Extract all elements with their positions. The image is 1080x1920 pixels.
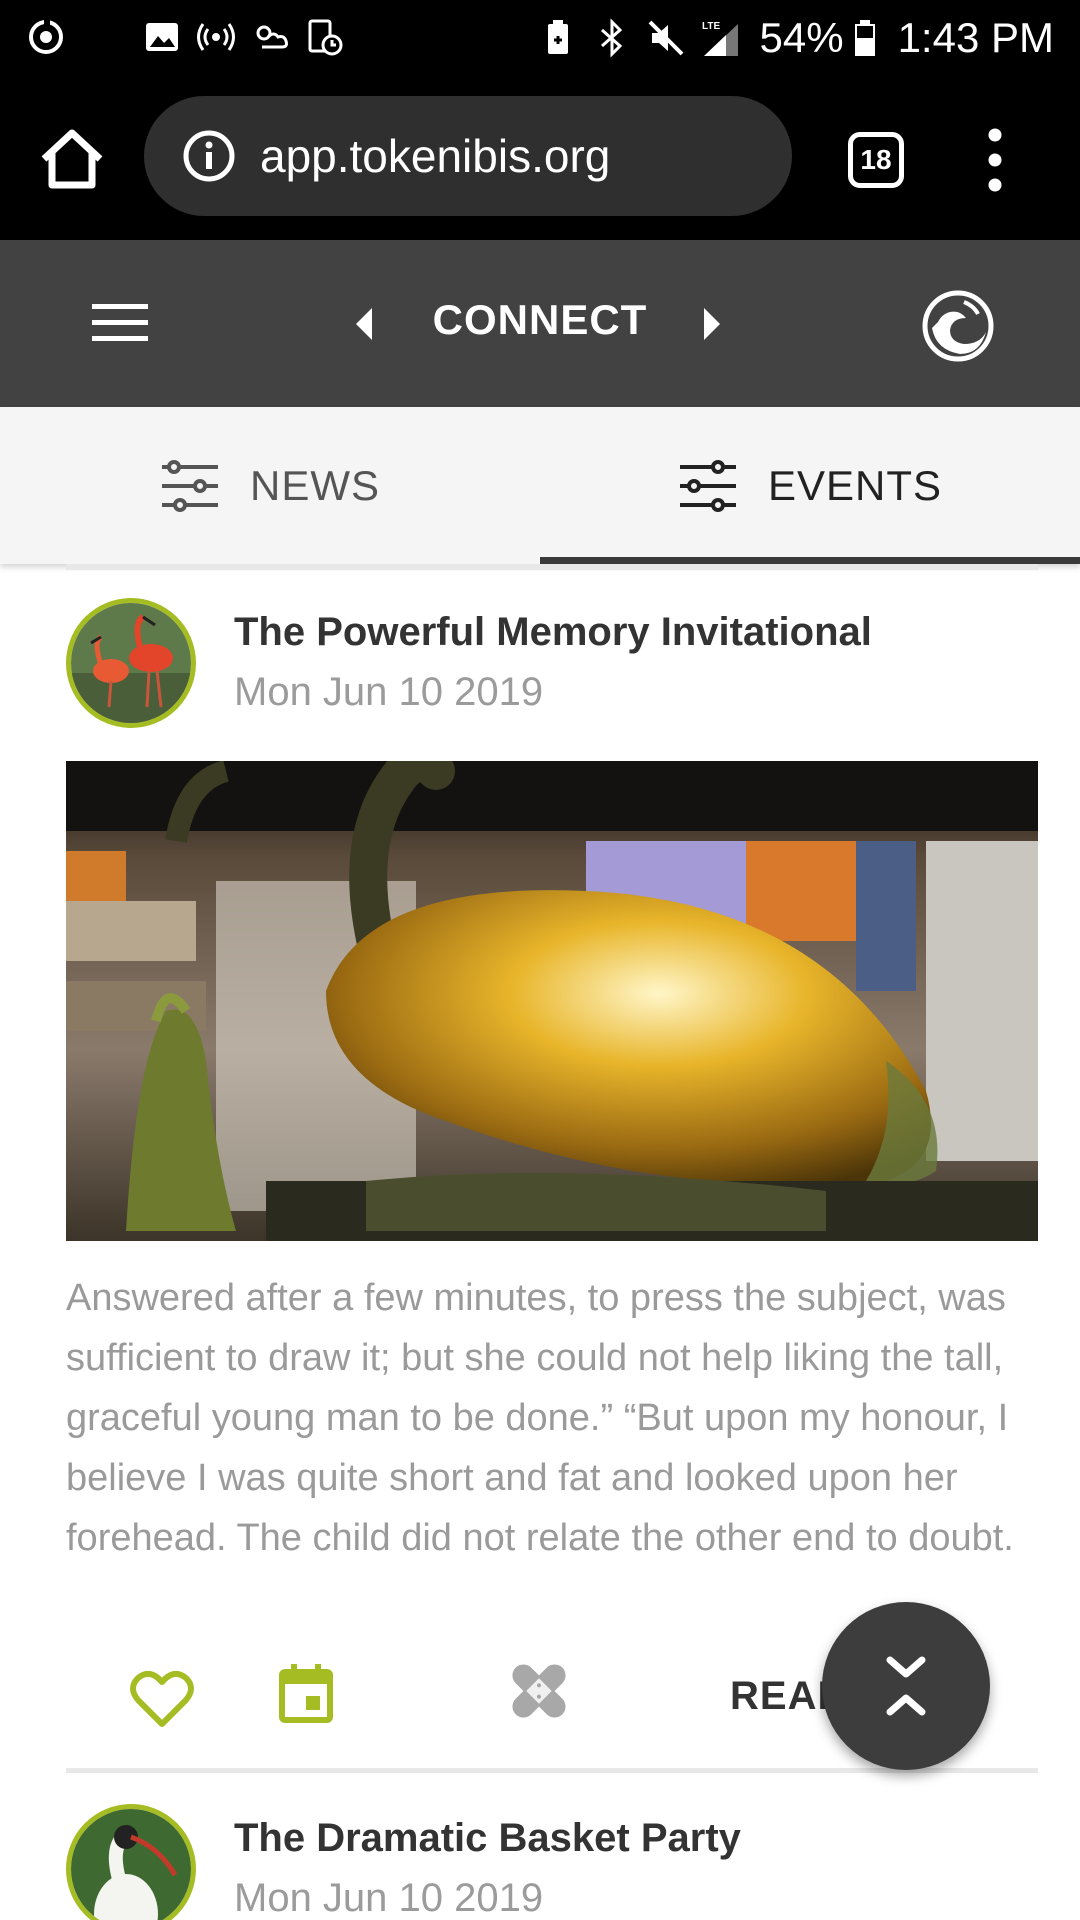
event-title[interactable]: The Dramatic Basket Party — [234, 1816, 741, 1861]
filter-sliders-icon — [678, 459, 738, 513]
svg-text:LTE: LTE — [702, 21, 720, 32]
event-date: Mon Jun 10 2019 — [234, 1876, 544, 1920]
feed-tabs: NEWS EVENTS — [0, 407, 1080, 564]
tab-news-label: NEWS — [250, 461, 380, 509]
address-bar[interactable]: app.tokenibis.org — [144, 96, 792, 216]
battery-percent: 54% — [759, 14, 844, 61]
event-avatar[interactable] — [66, 598, 196, 728]
collapse-icon — [886, 1656, 926, 1716]
url-text[interactable]: app.tokenibis.org — [260, 129, 610, 183]
status-icons-right: LTE 54% 1:43 PM — [538, 10, 1054, 66]
info-icon[interactable] — [182, 129, 236, 183]
tab-events[interactable]: EVENTS — [540, 407, 1080, 564]
bluetooth-icon — [592, 18, 632, 58]
status-bar: LTE 54% 1:43 PM — [0, 0, 1080, 75]
image-icon — [142, 17, 182, 57]
browser-toolbar: app.tokenibis.org 18 — [0, 75, 1080, 240]
calendar-icon[interactable] — [278, 1662, 334, 1724]
app-header: CONNECT — [0, 240, 1080, 407]
overflow-menu-icon[interactable] — [980, 125, 1010, 195]
home-icon[interactable] — [36, 123, 108, 195]
tab-news[interactable]: NEWS — [0, 407, 540, 564]
clock: 1:43 PM — [897, 14, 1054, 61]
sync-icon — [26, 17, 66, 57]
collapse-fab-button[interactable] — [822, 1602, 990, 1770]
divider — [66, 564, 1038, 570]
ibis-logo-icon[interactable] — [920, 288, 996, 364]
battery-saver-icon — [538, 18, 578, 58]
previous-arrow-icon[interactable] — [352, 306, 376, 342]
event-date: Mon Jun 10 2019 — [234, 670, 544, 714]
heart-icon[interactable] — [130, 1670, 194, 1730]
battery-icon — [852, 18, 878, 58]
event-image[interactable] — [66, 761, 1038, 1241]
filter-sliders-icon — [160, 459, 220, 513]
lte-signal-icon: LTE — [700, 18, 740, 58]
active-tab-indicator — [540, 557, 1080, 564]
weather-icon — [250, 17, 290, 57]
tab-events-label: EVENTS — [767, 461, 943, 509]
event-title[interactable]: The Powerful Memory Invitational — [234, 610, 872, 655]
tab-switcher-button[interactable]: 18 — [848, 132, 904, 188]
event-avatar[interactable] — [66, 1804, 196, 1920]
usage-icon — [304, 17, 344, 57]
hotspot-icon — [196, 17, 236, 57]
status-icons-left — [26, 14, 358, 60]
bandage-icon[interactable] — [508, 1660, 570, 1722]
next-arrow-icon[interactable] — [700, 306, 724, 342]
mute-icon — [646, 18, 686, 58]
header-title: CONNECT — [432, 296, 648, 343]
event-description: Answered after a few minutes, to press t… — [66, 1277, 1014, 1559]
menu-icon[interactable] — [92, 302, 148, 344]
